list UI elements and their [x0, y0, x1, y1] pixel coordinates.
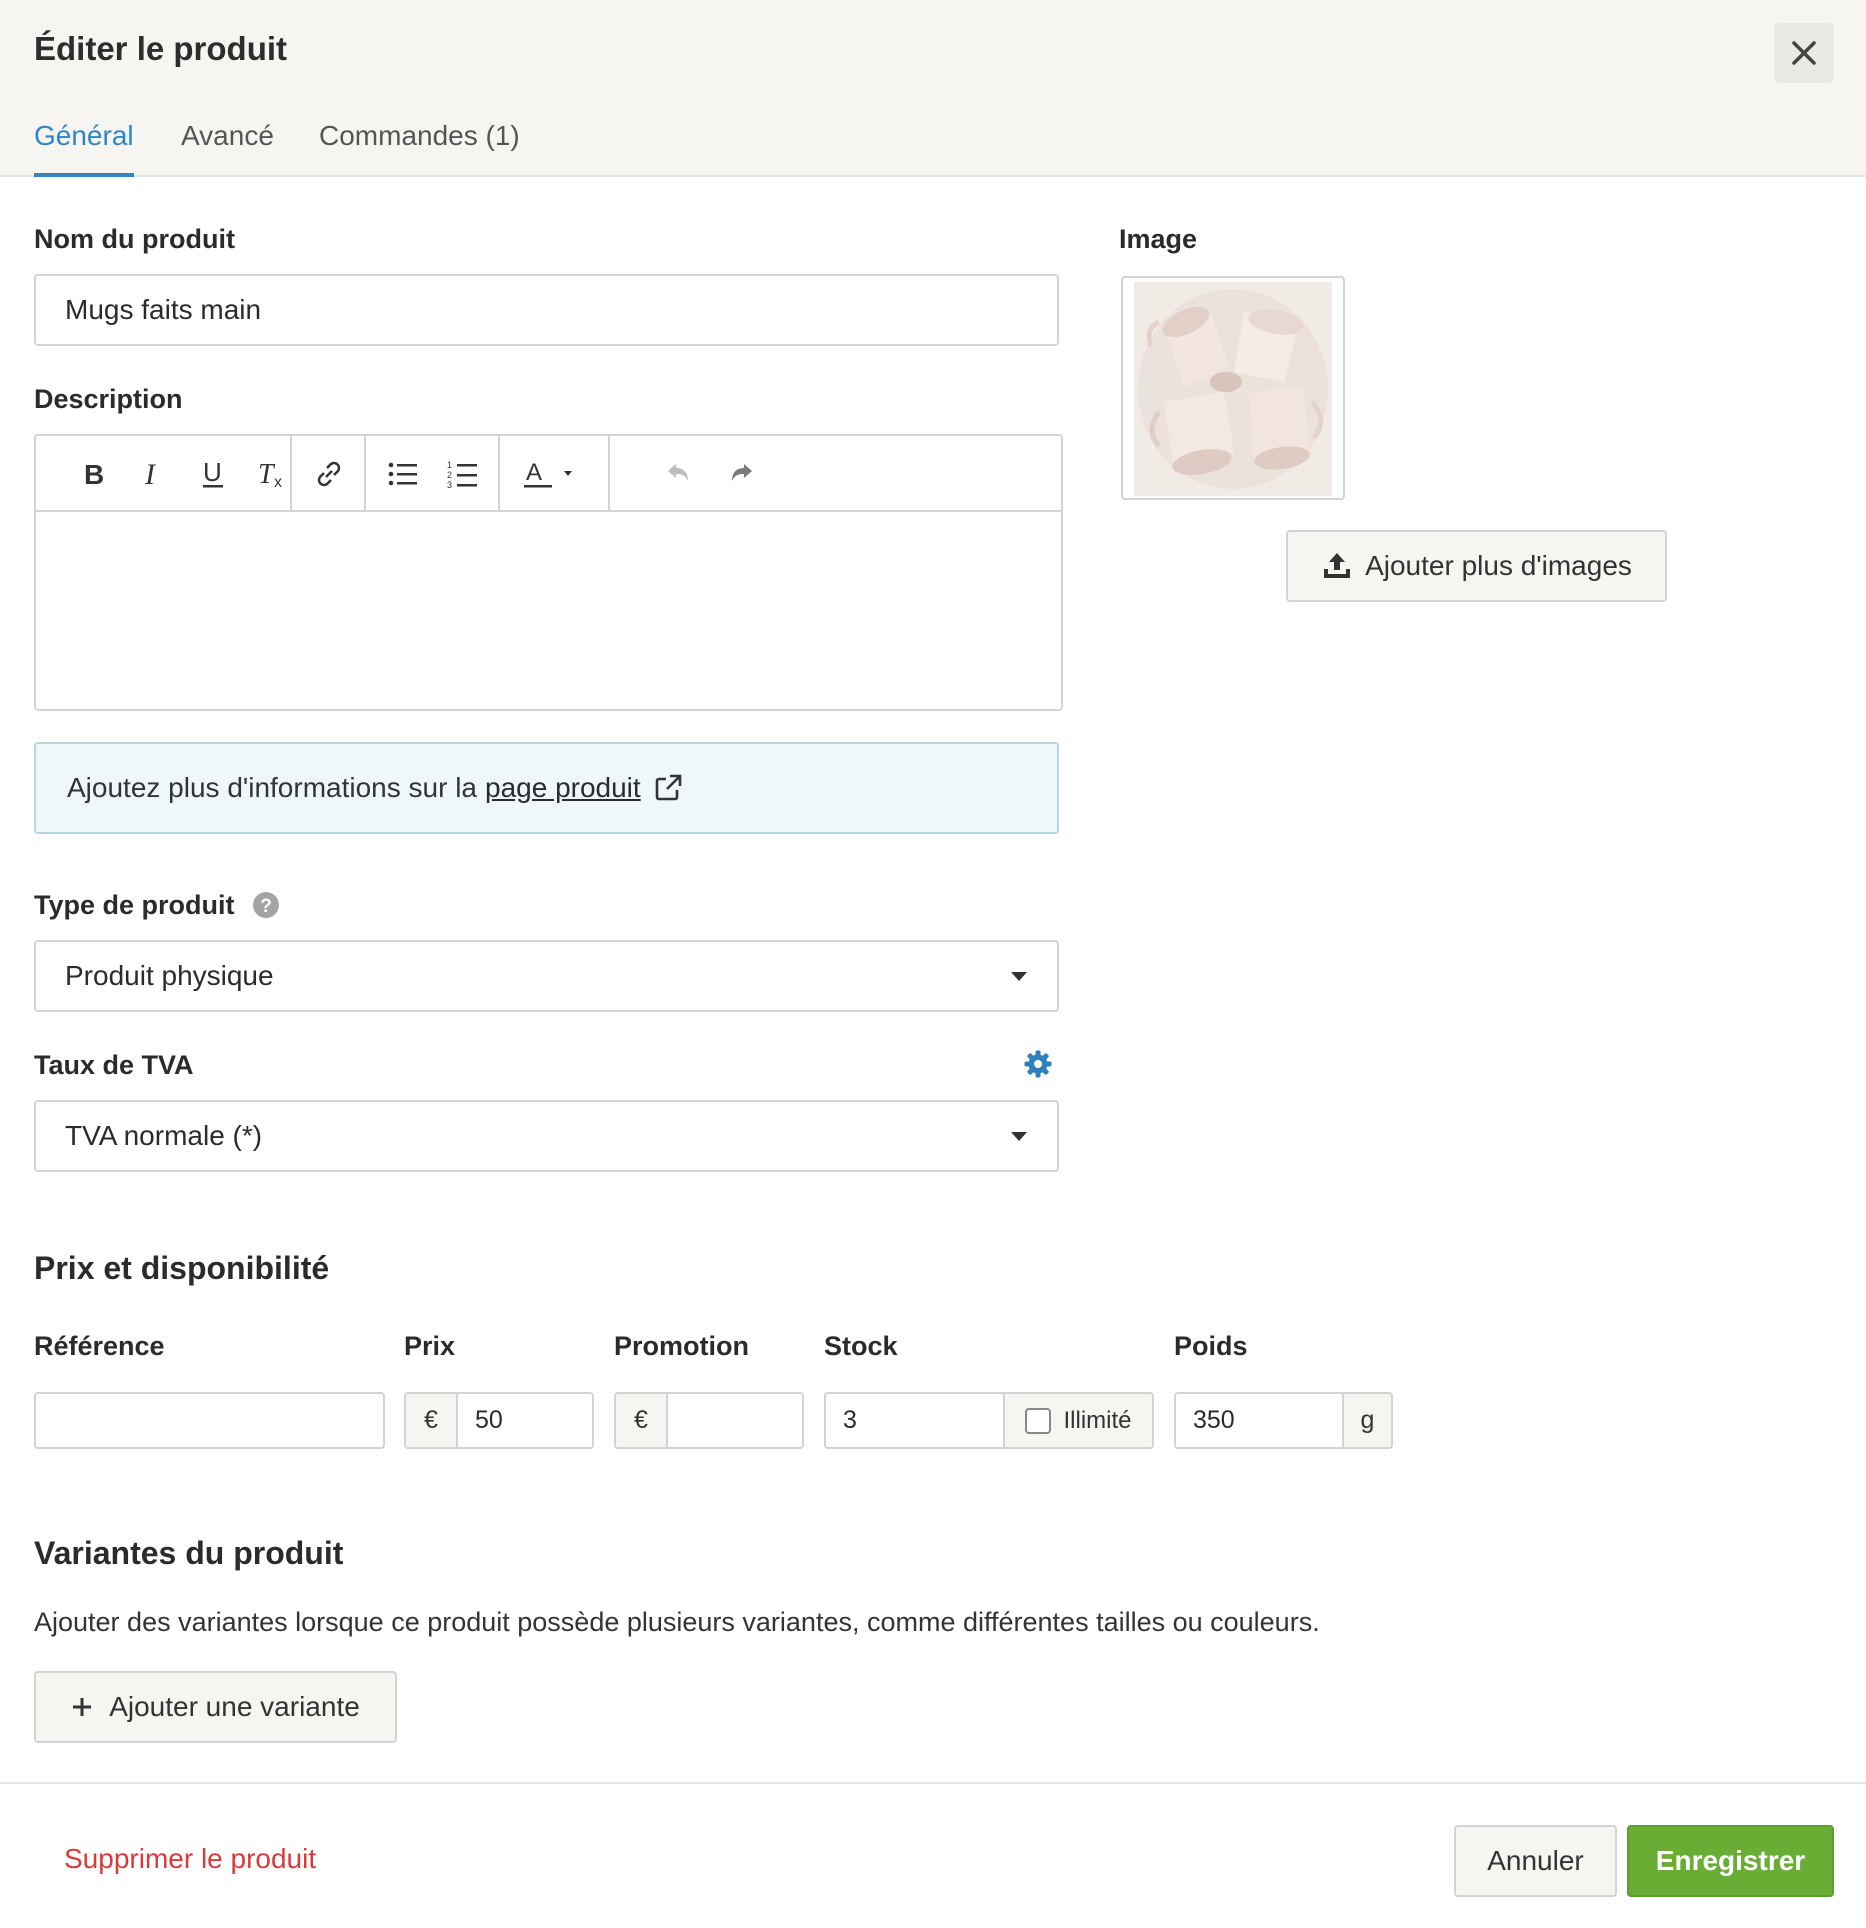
weight-input[interactable]: 350 [1174, 1392, 1344, 1449]
product-image-thumbnail[interactable] [1121, 276, 1345, 500]
promotion-input[interactable] [666, 1392, 804, 1449]
svg-text:U: U [203, 459, 222, 487]
italic-button[interactable]: I [133, 454, 173, 494]
stock-input[interactable]: 3 [824, 1392, 1005, 1449]
tab-advanced[interactable]: Avancé [181, 120, 274, 173]
weight-unit: g [1342, 1392, 1393, 1449]
link-button[interactable] [309, 454, 349, 494]
underline-icon: U [203, 459, 223, 488]
toolbar-separator [498, 436, 500, 510]
pricing-heading: Prix et disponibilité [34, 1250, 330, 1286]
redo-icon [732, 464, 752, 481]
promotion-currency: € [614, 1392, 668, 1449]
editor-toolbar: B I U Tx 1 2 3 A [36, 436, 1061, 512]
link-icon [317, 461, 341, 487]
vat-label: Taux de TVA [34, 1050, 194, 1080]
svg-text:B: B [84, 460, 104, 488]
add-variant-label: Ajouter une variante [109, 1691, 360, 1722]
description-editor[interactable]: B I U Tx 1 2 3 A [34, 434, 1063, 711]
svg-text:?: ? [260, 896, 272, 917]
price-currency: € [404, 1392, 458, 1449]
reference-input[interactable] [34, 1392, 385, 1449]
toolbar-separator [608, 436, 610, 510]
plus-icon [73, 1698, 92, 1716]
price-value: 50 [475, 1406, 503, 1434]
close-icon [1792, 41, 1816, 65]
undo-icon [668, 464, 688, 481]
external-link-icon[interactable] [653, 773, 683, 803]
unlimited-label: Illimité [1063, 1406, 1132, 1434]
gear-icon[interactable] [1024, 1050, 1052, 1078]
price-input[interactable]: 50 [456, 1392, 594, 1449]
product-type-label: Type de produit ? [34, 890, 280, 921]
bullet-list-icon [388, 462, 417, 486]
clear-format-button[interactable]: Tx [253, 454, 293, 494]
weight-value: 350 [1193, 1406, 1235, 1434]
vat-select[interactable]: TVA normale (*) [34, 1100, 1059, 1172]
dialog-title: Éditer le produit [34, 30, 288, 67]
delete-product-link[interactable]: Supprimer le produit [64, 1843, 316, 1875]
add-images-label: Ajouter plus d'images [1365, 550, 1632, 581]
svg-text:I: I [144, 460, 157, 488]
stock-label: Stock [824, 1331, 898, 1361]
bold-icon: B [84, 460, 104, 488]
clear-format-icon: Tx [258, 459, 282, 489]
tab-general[interactable]: Général [34, 120, 134, 177]
unlimited-checkbox[interactable] [1025, 1407, 1052, 1434]
underline-button[interactable]: U [193, 454, 233, 494]
image-label: Image [1119, 224, 1198, 254]
numbered-list-button[interactable]: 1 2 3 [443, 454, 483, 494]
price-label: Prix [404, 1331, 456, 1361]
svg-text:x: x [274, 474, 282, 489]
product-page-link[interactable]: page produit [485, 772, 641, 804]
mugs-photo [1134, 282, 1332, 496]
undo-button[interactable] [658, 454, 698, 494]
product-type-label-text: Type de produit [34, 890, 235, 920]
info-text: Ajoutez plus d'informations sur la [67, 772, 477, 803]
product-type-select[interactable]: Produit physique [34, 940, 1059, 1012]
vat-value: TVA normale (*) [65, 1120, 263, 1151]
close-button[interactable] [1774, 23, 1834, 83]
unlimited-toggle[interactable]: Illimité [1003, 1392, 1154, 1449]
description-label: Description [34, 384, 183, 414]
text-color-button[interactable]: A [517, 454, 587, 494]
footer-divider [0, 1782, 1866, 1784]
italic-icon: I [144, 460, 157, 488]
dialog-header: Éditer le produit Général Avancé Command… [0, 0, 1866, 177]
product-name-label: Nom du produit [34, 224, 235, 254]
numbered-list-icon: 1 2 3 [447, 460, 477, 489]
reference-label: Référence [34, 1331, 165, 1361]
add-images-button[interactable]: Ajouter plus d'images [1286, 530, 1667, 602]
tab-orders[interactable]: Commandes (1) [319, 120, 520, 173]
info-box: Ajoutez plus d'informations sur la page … [34, 742, 1059, 834]
variants-description: Ajouter des variantes lorsque ce produit… [34, 1607, 1320, 1637]
redo-button[interactable] [722, 454, 762, 494]
save-button[interactable]: Enregistrer [1627, 1825, 1834, 1897]
weight-label: Poids [1174, 1331, 1248, 1361]
stock-value: 3 [843, 1406, 857, 1434]
upload-icon [1324, 553, 1351, 578]
editor-content[interactable] [36, 510, 1061, 709]
svg-text:2: 2 [447, 470, 452, 480]
cancel-button[interactable]: Annuler [1454, 1825, 1617, 1897]
svg-text:3: 3 [447, 480, 452, 489]
chevron-down-icon [1011, 1132, 1027, 1141]
variants-heading: Variantes du produit [34, 1535, 344, 1571]
add-variant-button[interactable]: Ajouter une variante [34, 1671, 397, 1743]
svg-text:1: 1 [447, 460, 452, 470]
toolbar-separator [290, 436, 292, 510]
chevron-down-icon [1011, 972, 1027, 981]
bold-button[interactable]: B [73, 454, 113, 494]
text-color-icon: A [524, 459, 572, 488]
product-name-input[interactable]: Mugs faits main [34, 274, 1059, 346]
product-name-value: Mugs faits main [65, 294, 262, 325]
product-type-value: Produit physique [65, 960, 274, 991]
help-icon[interactable]: ? [252, 891, 280, 919]
toolbar-separator [364, 436, 366, 510]
edit-product-dialog: Éditer le produit Général Avancé Command… [0, 0, 1866, 1928]
svg-text:A: A [526, 459, 542, 486]
promotion-label: Promotion [614, 1331, 749, 1361]
bullet-list-button[interactable] [383, 454, 423, 494]
